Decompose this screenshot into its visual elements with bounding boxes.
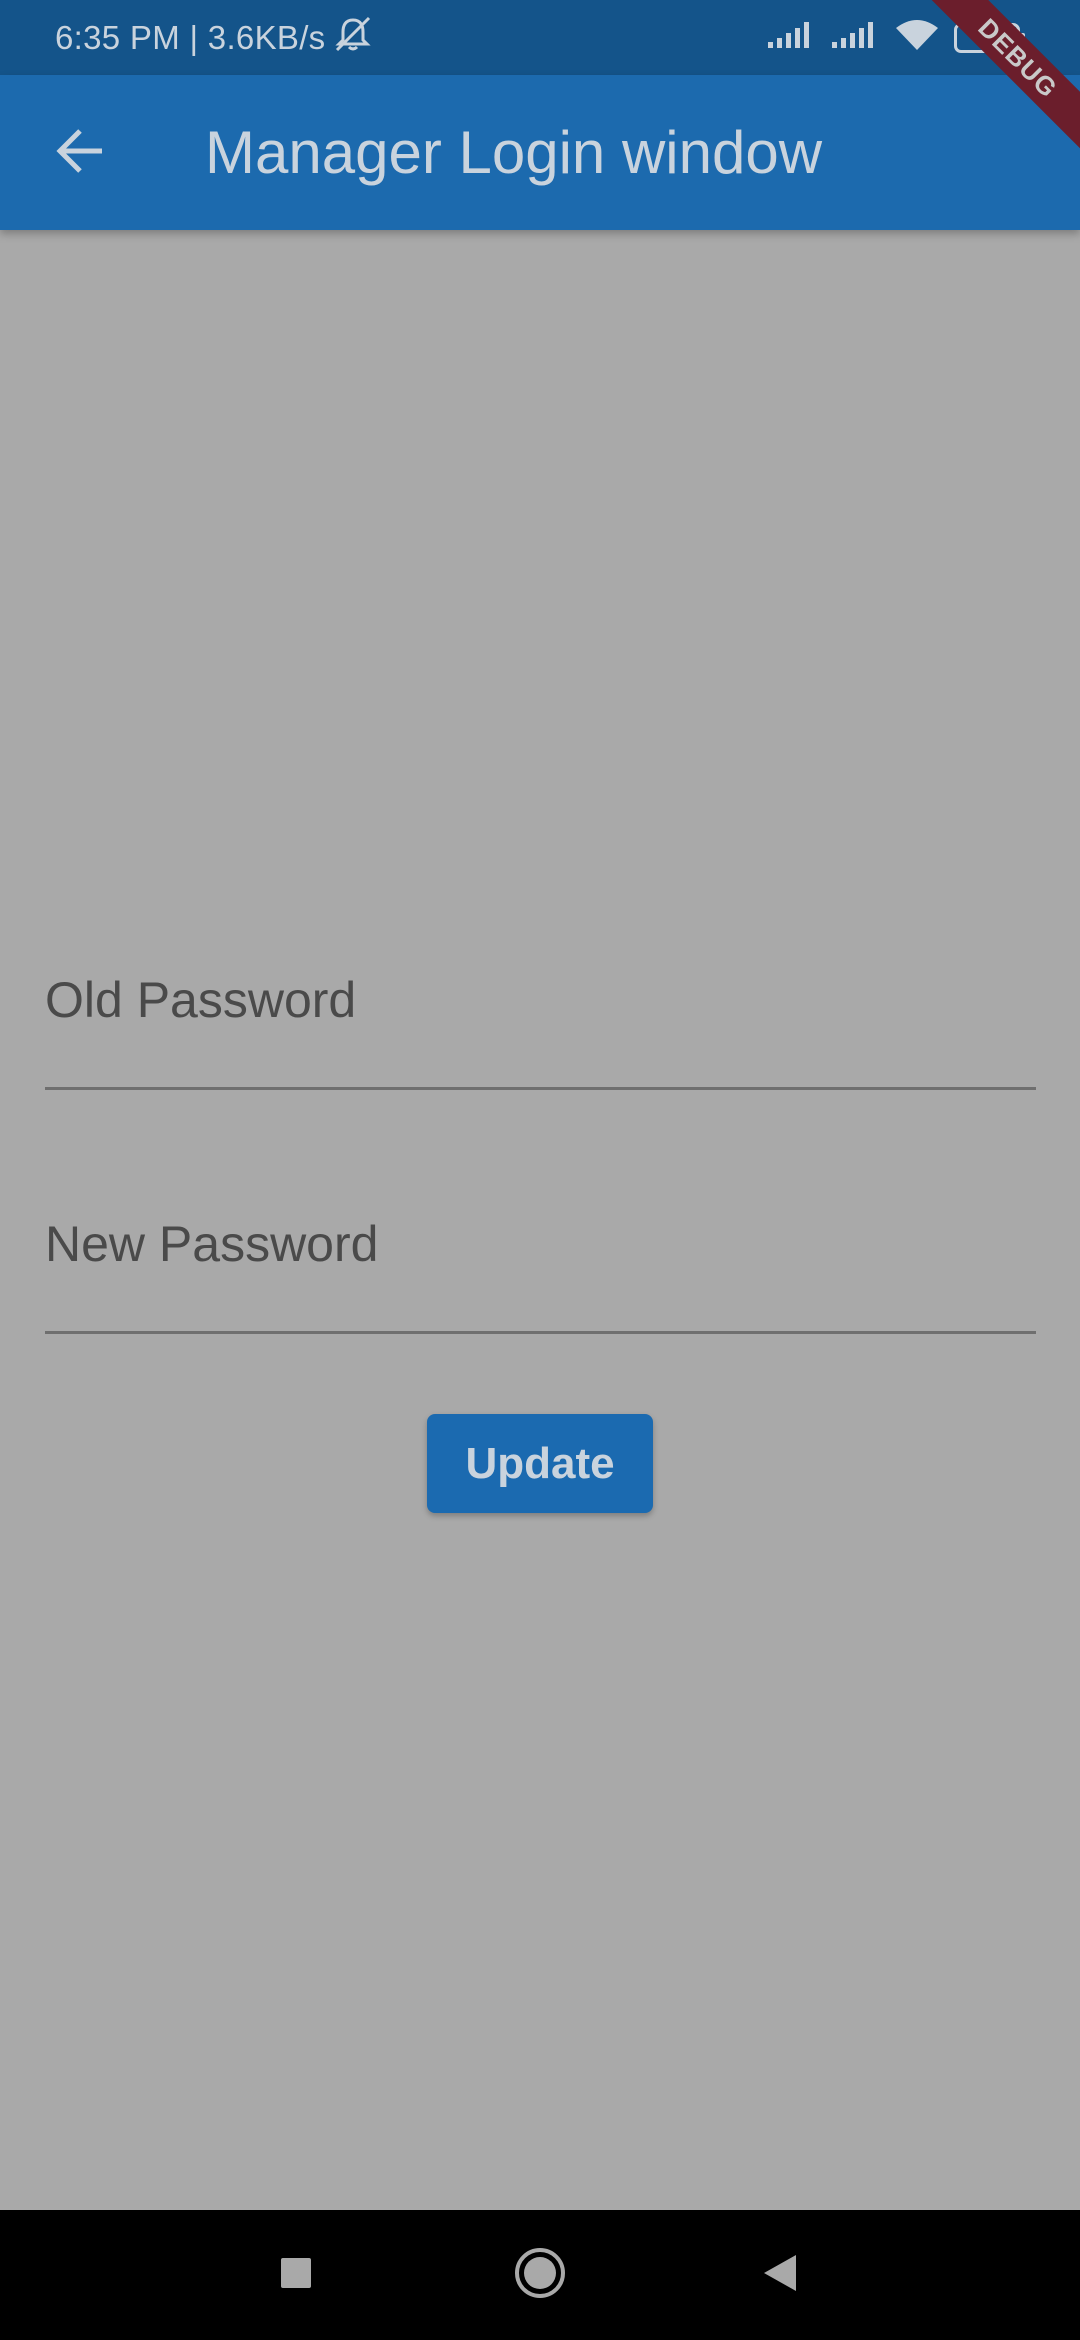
page-title: Manager Login window [205, 119, 823, 186]
status-left: 6:35 PM | 3.6KB/s [55, 0, 373, 75]
arrow-back-icon [54, 125, 106, 182]
back-icon [762, 2253, 798, 2298]
new-password-field[interactable]: New Password [45, 1204, 1036, 1334]
status-time: 6:35 PM | 3.6KB/s [55, 18, 326, 56]
recents-button[interactable] [236, 2210, 356, 2340]
new-password-label: New Password [45, 1216, 379, 1272]
status-right: 44 [766, 0, 1025, 75]
home-icon [513, 2246, 567, 2305]
silent-icon [325, 16, 373, 60]
signal-icon [830, 20, 880, 55]
app-bar: Manager Login window [0, 75, 1080, 230]
old-password-field[interactable]: Old Password [45, 960, 1036, 1090]
old-password-label: Old Password [45, 972, 357, 1028]
signal-icon [766, 20, 816, 55]
status-bar: 6:35 PM | 3.6KB/s 44 [0, 0, 1080, 75]
navigation-bar [0, 2210, 1080, 2340]
recents-icon [279, 2256, 313, 2295]
system-back-button[interactable] [720, 2210, 840, 2340]
battery-level: 44 [975, 26, 999, 48]
wifi-icon [894, 18, 940, 57]
update-button[interactable]: Update [427, 1414, 653, 1513]
battery-icon: 44 [954, 22, 1025, 53]
back-button[interactable] [40, 113, 120, 193]
home-button[interactable] [480, 2210, 600, 2340]
